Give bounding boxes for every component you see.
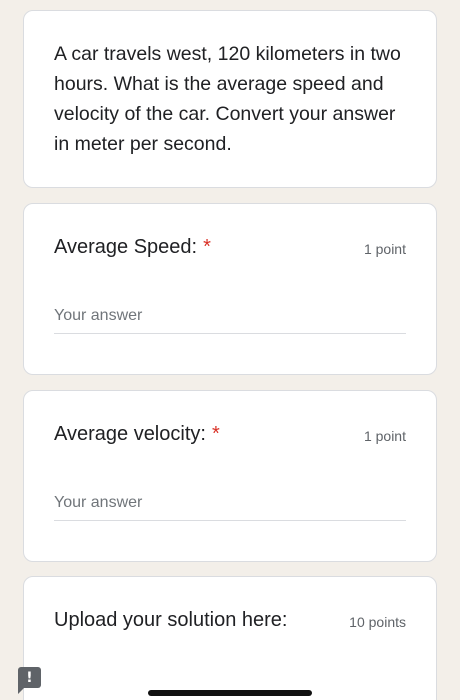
form-page: A car travels west, 120 kilometers in tw…: [0, 0, 460, 700]
average-speed-input[interactable]: [54, 304, 406, 334]
required-asterisk: *: [211, 423, 220, 445]
question-title-text: Upload your solution here:: [54, 609, 288, 631]
question-card-average-velocity: Average velocity: * 1 point: [23, 390, 437, 562]
description-text: A car travels west, 120 kilometers in tw…: [54, 43, 401, 155]
question-title-text: Average Speed:: [54, 236, 198, 258]
points-label: 1 point: [363, 428, 406, 444]
average-velocity-input[interactable]: [54, 491, 406, 521]
report-abuse-button[interactable]: !: [18, 667, 41, 694]
question-title: Average velocity: *: [54, 423, 220, 446]
description-card: A car travels west, 120 kilometers in tw…: [23, 10, 437, 188]
points-label: 1 point: [363, 241, 406, 257]
question-title: Upload your solution here:: [54, 609, 287, 632]
home-indicator[interactable]: [148, 690, 312, 696]
exclamation-icon: !: [26, 669, 33, 686]
question-card-upload-solution: Upload your solution here: 10 points: [23, 576, 437, 700]
question-title: Average Speed: *: [54, 236, 211, 259]
question-card-average-speed: Average Speed: * 1 point: [23, 203, 437, 375]
question-title-text: Average velocity:: [54, 423, 206, 445]
points-label: 10 points: [349, 614, 406, 630]
required-asterisk: *: [203, 236, 211, 258]
